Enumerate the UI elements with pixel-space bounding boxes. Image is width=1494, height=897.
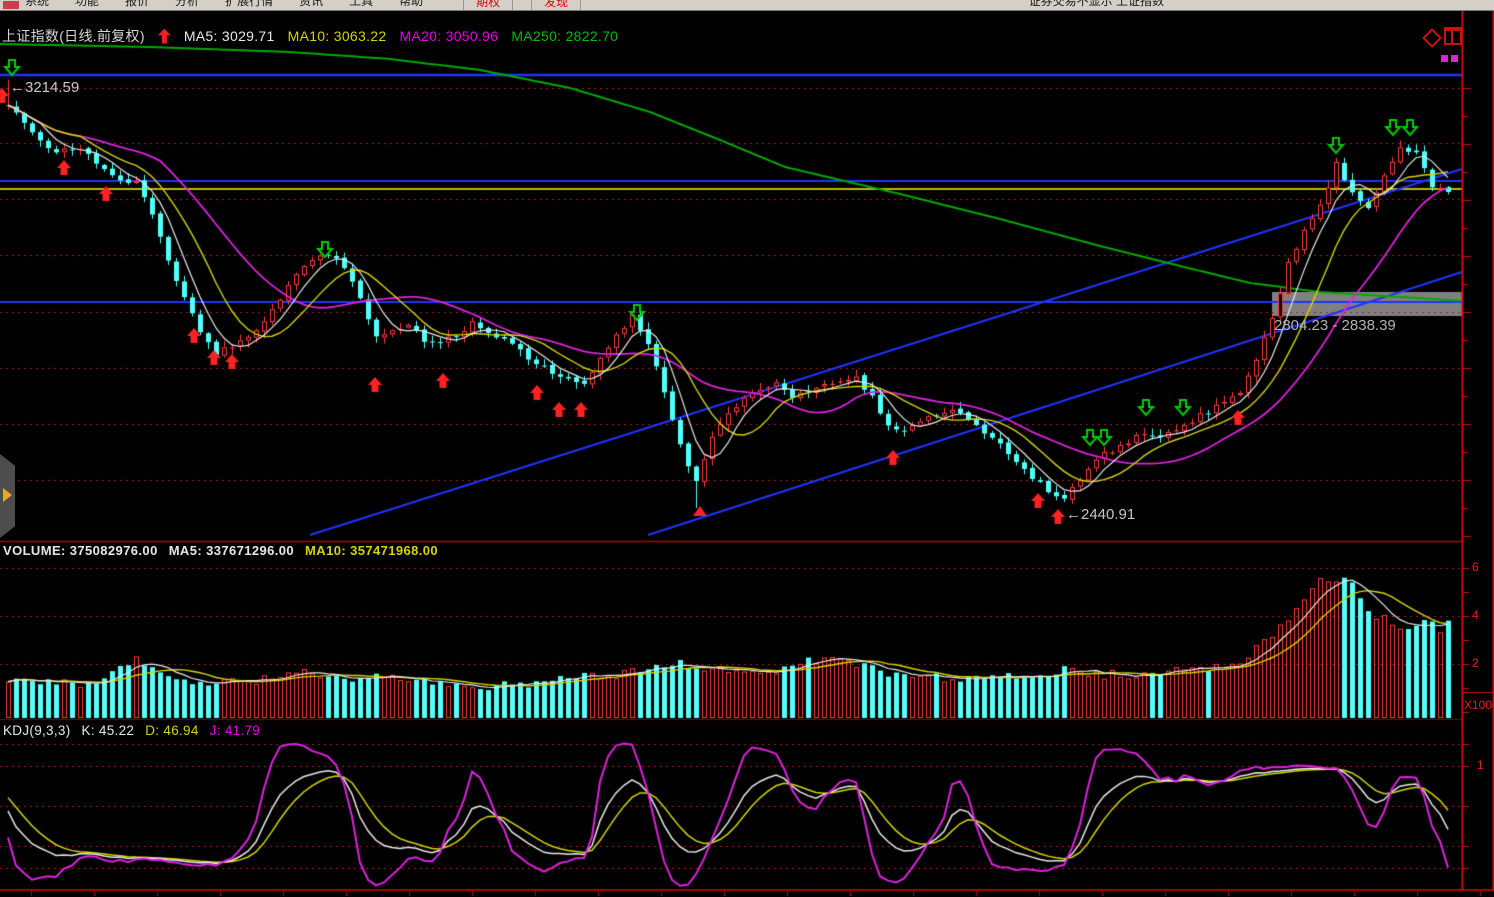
volume-multiplier-label: X10000: [1464, 698, 1493, 712]
kdj-label-0: KDJ(9,3,3): [3, 723, 71, 738]
ma-label-2: MA20: 3050.96: [399, 28, 498, 44]
ma-legend: MA5: 3029.71 MA10: 3063.22 MA20: 3050.96 MA…: [184, 28, 618, 44]
chart-title-row: 上证指数(日线.前复权) MA5: 3029.71MA10: 3063.22MA…: [2, 26, 618, 46]
menu-item-3[interactable]: 分析: [175, 0, 199, 9]
menu-items: 系统 功能 报价 分析 扩展行情 资讯 工具 帮助: [25, 0, 423, 11]
ma-label-1: MA10: 3063.22: [288, 28, 387, 44]
volume-axis-tick-0: 6: [1472, 560, 1479, 574]
menu-bar: 系统 功能 报价 分析 扩展行情 资讯 工具 帮助 期权 发现 证券交易不显示 上证指数: [0, 0, 1494, 11]
magenta-marker-icon: [1451, 55, 1458, 62]
menu-item-1[interactable]: 功能: [75, 0, 99, 9]
window-pane-icon[interactable]: [1444, 27, 1462, 45]
menu-item-0[interactable]: 系统: [25, 0, 49, 9]
menu-button-1[interactable]: 发现: [531, 0, 581, 11]
volume-axis-tick-2: 2: [1472, 656, 1479, 670]
menu-quick-buttons: 期权 发现: [463, 0, 581, 11]
kdj-label-1: K: 45.22: [82, 723, 135, 738]
up-arrow-icon: [158, 29, 171, 44]
expand-arrow-icon: [3, 488, 12, 502]
gap-range-label: 2804.23 - 2838.39: [1274, 317, 1396, 334]
volume-axis-tick-1: 4: [1472, 608, 1479, 622]
menu-item-7[interactable]: 帮助: [399, 0, 423, 9]
kdj-label-3: J: 41.79: [210, 723, 260, 738]
sidebar-expand-tab[interactable]: [0, 454, 15, 538]
low-price-label: ←2440.91: [1066, 506, 1135, 523]
volume-label-1: MA5: 337671296.00: [169, 543, 294, 558]
menu-item-6[interactable]: 工具: [349, 0, 373, 9]
volume-legend: VOLUME: 375082976.00 MA5: 337671296.00 MA1…: [3, 543, 438, 558]
kdj-label-2: D: 46.94: [145, 723, 198, 738]
volume-label-2: MA10: 357471968.00: [305, 543, 438, 558]
ma-label-3: MA250: 2822.70: [511, 28, 618, 44]
volume-label-0: VOLUME: 375082976.00: [3, 543, 158, 558]
trading-terminal-window: 系统 功能 报价 分析 扩展行情 资讯 工具 帮助 期权 发现 证券交易不显示 上证指数 上证指…: [0, 0, 1494, 897]
chart-canvas[interactable]: [0, 0, 1494, 897]
session-status-text: 证券交易不显示 上证指数: [1029, 0, 1164, 9]
ma-label-0: MA5: 3029.71: [184, 28, 275, 44]
magenta-marker-icon: [1441, 55, 1448, 62]
menu-item-4[interactable]: 扩展行情: [225, 0, 273, 9]
app-logo-icon[interactable]: [3, 1, 19, 9]
menu-item-5[interactable]: 资讯: [299, 0, 323, 9]
high-price-label: ←3214.59: [10, 79, 79, 96]
kdj-legend: KDJ(9,3,3) K: 45.22 D: 46.94 J: 41.79: [3, 723, 260, 738]
menu-button-0[interactable]: 期权: [463, 0, 513, 11]
chart-title[interactable]: 上证指数(日线.前复权): [2, 26, 145, 46]
menu-item-2[interactable]: 报价: [125, 0, 149, 9]
kdj-axis-label: 1: [1477, 758, 1484, 772]
